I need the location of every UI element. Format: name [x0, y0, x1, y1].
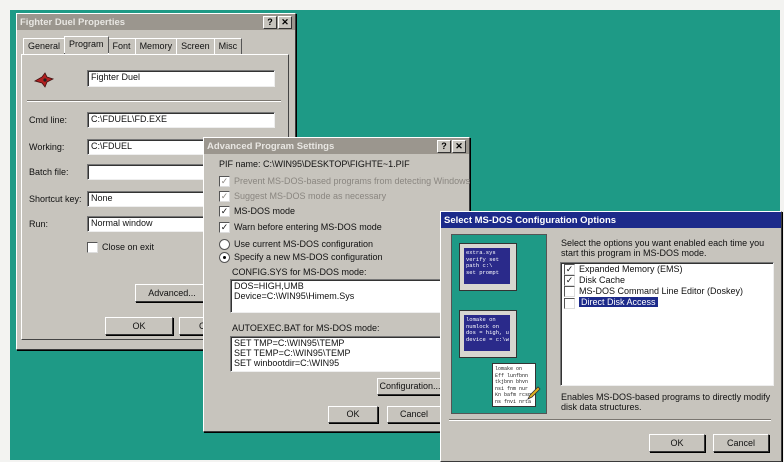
option-checkbox[interactable]: ✓ — [564, 264, 575, 276]
monitor-illustration: extra.sys verify set path c:\ set prompt — [459, 243, 517, 291]
advanced-settings-dialog: Advanced Program Settings ? ✕ PIF name: … — [203, 137, 470, 432]
select-ok-button[interactable]: OK — [649, 434, 705, 452]
config-sys-label: CONFIG.SYS for MS-DOS mode: — [232, 267, 367, 277]
config-line: Device=C:\WIN95\Himem.Sys — [234, 291, 355, 301]
warn-before-checkbox[interactable]: ✓ Warn before entering MS-DOS mode — [219, 222, 382, 234]
msdos-mode-label: MS-DOS mode — [234, 206, 296, 216]
specify-new-config-radio[interactable]: Specify a new MS-DOS configuration — [219, 252, 383, 264]
suggest-dos-checkbox[interactable]: ✓ Suggest MS-DOS mode as necessary — [219, 191, 387, 203]
select-cancel-button[interactable]: Cancel — [713, 434, 769, 452]
close-on-exit-box[interactable] — [87, 242, 98, 254]
divider — [449, 419, 771, 421]
instructions-text: Select the options you want enabled each… — [561, 238, 765, 258]
screen-illustration: extra.sys verify set path c:\ set prompt — [464, 248, 510, 284]
configuration-button[interactable]: Configuration... — [377, 378, 443, 395]
option-label: MS-DOS Command Line Editor (Doskey) — [579, 286, 744, 297]
options-listbox[interactable]: ✓ Expanded Memory (EMS) ✓ Disk Cache MS-DO… — [560, 262, 774, 386]
close-button[interactable]: ✕ — [452, 139, 466, 153]
properties-ok-button[interactable]: OK — [105, 317, 173, 335]
autoexec-line: SET TMP=C:\WIN95\TEMP — [234, 338, 345, 348]
option-label: Expanded Memory (EMS) — [579, 264, 683, 274]
properties-title: Fighter Duel Properties — [20, 16, 126, 28]
select-config-titlebar[interactable]: Select MS-DOS Configuration Options — [441, 212, 781, 228]
warn-before-box[interactable]: ✓ — [219, 222, 230, 234]
close-on-exit-label: Close on exit — [102, 242, 155, 252]
prevent-detect-box[interactable]: ✓ — [219, 176, 230, 188]
autoexec-line: SET TEMP=C:\WIN95\TEMP — [234, 348, 351, 358]
advanced-button[interactable]: Advanced... — [135, 284, 209, 302]
advanced-ok-button[interactable]: OK — [328, 406, 378, 423]
use-current-config-radio[interactable]: Use current MS-DOS configuration — [219, 239, 374, 251]
divider — [27, 100, 281, 102]
option-item[interactable]: ✓ Expanded Memory (EMS) — [564, 264, 770, 276]
tab-misc[interactable]: Misc — [213, 38, 243, 55]
option-checkbox[interactable] — [564, 297, 575, 309]
properties-titlebar[interactable]: Fighter Duel Properties ? ✕ — [17, 14, 295, 30]
art-line: device = c:\w — [466, 335, 509, 343]
msdos-mode-checkbox[interactable]: ✓ MS-DOS mode — [219, 206, 296, 218]
option-item-selected[interactable]: Direct Disk Access — [564, 297, 770, 309]
suggest-dos-label: Suggest MS-DOS mode as necessary — [234, 191, 387, 201]
tab-screen[interactable]: Screen — [176, 38, 215, 55]
pencil-icon — [527, 386, 541, 400]
option-item[interactable]: MS-DOS Command Line Editor (Doskey) — [564, 286, 770, 298]
program-name-field[interactable]: Fighter Duel — [87, 70, 275, 87]
monitor-illustration: lomake on numlock on dos = high, u devic… — [459, 310, 517, 358]
prevent-detect-label: Prevent MS-DOS-based programs from detec… — [234, 176, 471, 186]
screen-illustration: lomake on numlock on dos = high, u devic… — [464, 315, 510, 351]
advanced-titlebar[interactable]: Advanced Program Settings ? ✕ — [204, 138, 469, 154]
help-button[interactable]: ? — [263, 15, 277, 29]
option-checkbox[interactable] — [564, 286, 575, 298]
run-label: Run: — [29, 219, 49, 229]
select-config-title: Select MS-DOS Configuration Options — [444, 214, 617, 226]
advanced-title: Advanced Program Settings — [207, 140, 335, 152]
select-config-dialog: Select MS-DOS Configuration Options extr… — [440, 211, 782, 462]
help-button[interactable]: ? — [437, 139, 451, 153]
specify-new-config-label: Specify a new MS-DOS configuration — [234, 252, 383, 262]
suggest-dos-box[interactable]: ✓ — [219, 191, 230, 203]
shortcut-key-label: Shortcut key: — [29, 194, 82, 204]
description-text: Enables MS-DOS-based programs to directl… — [561, 392, 771, 412]
option-label: Disk Cache — [579, 275, 626, 286]
advanced-cancel-button[interactable]: Cancel — [387, 406, 441, 423]
config-line: DOS=HIGH,UMB — [234, 281, 304, 291]
tab-memory[interactable]: Memory — [134, 38, 178, 55]
option-item[interactable]: ✓ Disk Cache — [564, 275, 770, 287]
art-line: set prompt — [466, 268, 500, 276]
close-on-exit-checkbox[interactable]: Close on exit — [87, 242, 155, 254]
msdos-mode-box[interactable]: ✓ — [219, 206, 230, 218]
use-current-config-label: Use current MS-DOS configuration — [234, 239, 374, 249]
use-current-config-dot[interactable] — [219, 239, 230, 251]
tab-general[interactable]: General — [23, 38, 66, 55]
illustration-panel: extra.sys verify set path c:\ set prompt… — [451, 234, 547, 414]
batch-file-label: Batch file: — [29, 167, 69, 177]
cmd-line-field[interactable]: C:\FDUEL\FD.EXE — [87, 112, 275, 128]
option-checkbox[interactable]: ✓ — [564, 275, 575, 287]
properties-tabs: General Program Font Memory Screen Misc — [23, 36, 243, 55]
warn-before-label: Warn before entering MS-DOS mode — [234, 222, 382, 232]
autoexec-line: SET winbootdir=C:\WIN95 — [234, 358, 340, 368]
close-button[interactable]: ✕ — [278, 15, 292, 29]
option-label: Direct Disk Access — [579, 297, 658, 308]
plane-icon — [33, 72, 55, 88]
prevent-detect-checkbox[interactable]: ✓ Prevent MS-DOS-based programs from dete… — [219, 176, 471, 188]
autoexec-bat-label: AUTOEXEC.BAT for MS-DOS mode: — [232, 323, 380, 333]
config-sys-textarea[interactable]: DOS=HIGH,UMB Device=C:\WIN95\Himem.Sys — [230, 279, 443, 313]
specify-new-config-dot[interactable] — [219, 252, 230, 264]
pif-name-label: PIF name: C:\WIN95\DESKTOP\FIGHTE~1.PIF — [219, 159, 410, 169]
autoexec-bat-textarea[interactable]: SET TMP=C:\WIN95\TEMP SET TEMP=C:\WIN95\… — [230, 336, 443, 372]
tab-font[interactable]: Font — [107, 38, 136, 55]
tab-program[interactable]: Program — [64, 36, 109, 53]
working-label: Working: — [29, 142, 65, 152]
cmd-line-label: Cmd line: — [29, 115, 68, 125]
